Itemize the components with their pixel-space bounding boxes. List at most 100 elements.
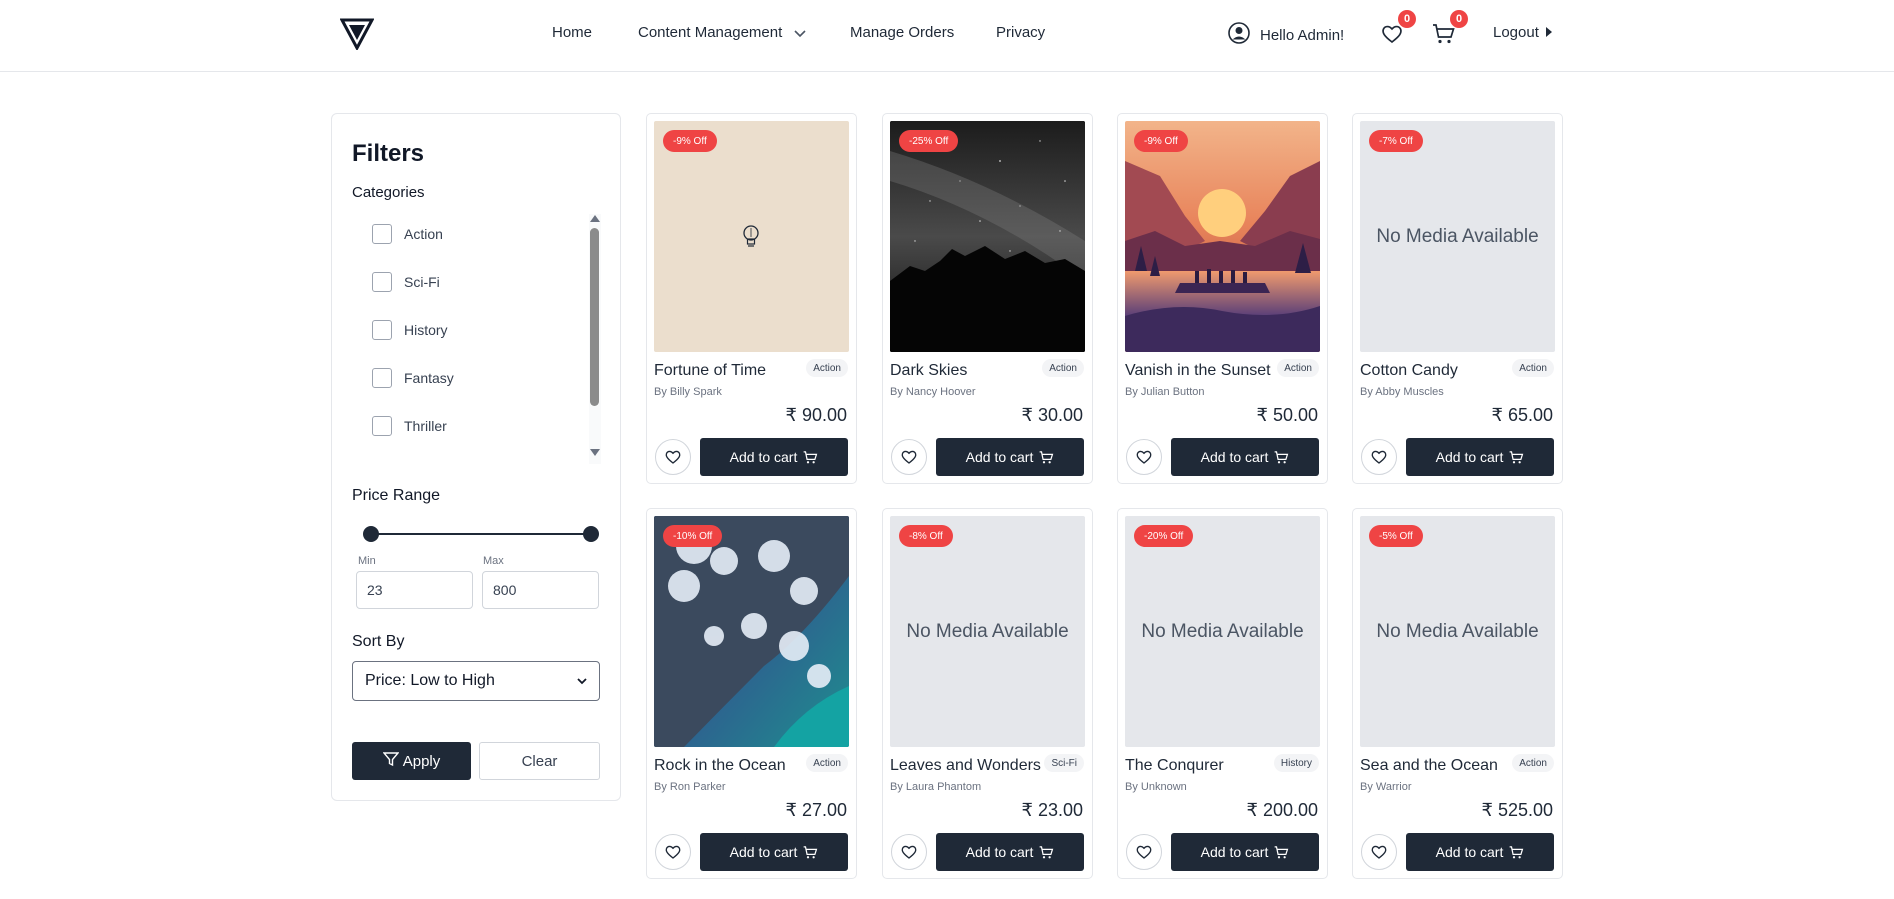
- add-to-cart-button[interactable]: Add to cart: [700, 833, 848, 871]
- apply-label: Apply: [402, 752, 441, 770]
- product-title[interactable]: The Conqurer: [1125, 757, 1224, 775]
- product-image-placeholder[interactable]: No Media Available: [1125, 516, 1320, 747]
- add-to-cart-label: Add to cart: [729, 449, 798, 465]
- sort-by-label: Sort By: [352, 633, 405, 650]
- product-title[interactable]: Cotton Candy: [1360, 362, 1458, 380]
- product-card[interactable]: -25% Off Dark Skies Action By Nancy Hoov…: [882, 113, 1093, 484]
- add-to-cart-button[interactable]: Add to cart: [1406, 833, 1554, 871]
- user-avatar-icon: [1228, 22, 1250, 48]
- category-checkbox[interactable]: [372, 272, 392, 292]
- product-card[interactable]: -10% Off Rock in the Ocean Action By Ron…: [646, 508, 857, 879]
- category-checkbox[interactable]: [372, 416, 392, 436]
- price-range-min-handle[interactable]: [363, 526, 379, 542]
- product-price: ₹ 65.00: [1491, 405, 1554, 425]
- add-to-cart-button[interactable]: Add to cart: [1406, 438, 1554, 476]
- product-price: ₹ 27.00: [785, 800, 848, 820]
- product-image[interactable]: [890, 121, 1085, 352]
- heart-icon: [665, 845, 681, 859]
- category-option-fantasy[interactable]: Fantasy: [372, 368, 454, 388]
- product-title[interactable]: Sea and the Ocean: [1360, 757, 1498, 775]
- user-menu[interactable]: Hello Admin!: [1228, 22, 1344, 48]
- wishlist-button[interactable]: 0: [1380, 10, 1416, 46]
- category-label: History: [404, 322, 448, 338]
- add-to-wishlist-button[interactable]: [655, 439, 691, 475]
- max-price-input[interactable]: [482, 571, 599, 609]
- heart-icon: [901, 845, 917, 859]
- add-to-cart-label: Add to cart: [1435, 844, 1504, 860]
- category-label: Action: [404, 226, 443, 242]
- category-checkbox[interactable]: [372, 320, 392, 340]
- cart-button[interactable]: 0: [1432, 10, 1468, 46]
- product-card[interactable]: No Media Available -20% Off The Conqurer…: [1117, 508, 1328, 879]
- category-checkbox[interactable]: [372, 224, 392, 244]
- add-to-wishlist-button[interactable]: [891, 834, 927, 870]
- product-title[interactable]: Fortune of Time: [654, 362, 766, 380]
- scroll-down-arrow-icon[interactable]: [590, 449, 600, 456]
- nav-manage-orders[interactable]: Manage Orders: [850, 24, 954, 41]
- product-image-placeholder[interactable]: No Media Available: [1360, 516, 1555, 747]
- product-card[interactable]: No Media Available -8% Off Leaves and Wo…: [882, 508, 1093, 879]
- category-option-history[interactable]: History: [372, 320, 448, 340]
- scroll-up-arrow-icon[interactable]: [590, 215, 600, 222]
- category-option-action[interactable]: Action: [372, 224, 443, 244]
- add-to-cart-button[interactable]: Add to cart: [700, 438, 848, 476]
- product-image-placeholder[interactable]: No Media Available: [890, 516, 1085, 747]
- add-to-cart-button[interactable]: Add to cart: [936, 438, 1084, 476]
- discount-badge: -25% Off: [899, 130, 959, 152]
- product-title[interactable]: Dark Skies: [890, 362, 967, 380]
- add-to-cart-button[interactable]: Add to cart: [1171, 438, 1319, 476]
- min-price-label: Min: [358, 555, 376, 567]
- price-range-max-handle[interactable]: [583, 526, 599, 542]
- logout-link[interactable]: Logout: [1493, 24, 1553, 41]
- product-title[interactable]: Leaves and Wonders: [890, 757, 1041, 775]
- product-card[interactable]: No Media Available -5% Off Sea and the O…: [1352, 508, 1563, 879]
- category-badge: Action: [806, 754, 848, 772]
- heart-icon: [1136, 845, 1152, 859]
- add-to-wishlist-button[interactable]: [1361, 439, 1397, 475]
- discount-badge: -9% Off: [1134, 130, 1188, 152]
- price-range-track[interactable]: [371, 533, 593, 535]
- nav-home[interactable]: Home: [552, 24, 592, 41]
- add-to-wishlist-button[interactable]: [1126, 439, 1162, 475]
- product-price: ₹ 50.00: [1256, 405, 1319, 425]
- product-image[interactable]: [654, 516, 849, 747]
- product-title[interactable]: Rock in the Ocean: [654, 757, 786, 775]
- add-to-wishlist-button[interactable]: [1361, 834, 1397, 870]
- product-card[interactable]: -9% Off Vanish in the Sunset Action By J…: [1117, 113, 1328, 484]
- add-to-cart-button[interactable]: Add to cart: [1171, 833, 1319, 871]
- brand-logo-icon[interactable]: [339, 18, 375, 52]
- product-card[interactable]: No Media Available -7% Off Cotton Candy …: [1352, 113, 1563, 484]
- nav-privacy[interactable]: Privacy: [996, 24, 1045, 41]
- product-price: ₹ 200.00: [1246, 800, 1318, 820]
- category-checkbox[interactable]: [372, 368, 392, 388]
- product-author: By Unknown: [1125, 781, 1187, 793]
- discount-badge: -9% Off: [663, 130, 717, 152]
- product-image[interactable]: [654, 121, 849, 352]
- min-price-input[interactable]: [356, 571, 473, 609]
- category-badge: Action: [1512, 754, 1554, 772]
- add-to-wishlist-button[interactable]: [655, 834, 691, 870]
- max-price-label: Max: [483, 555, 504, 567]
- chevron-down-icon: [794, 25, 807, 42]
- sort-select[interactable]: Price: Low to High: [352, 661, 600, 701]
- add-to-cart-button[interactable]: Add to cart: [936, 833, 1084, 871]
- apply-filters-button[interactable]: Apply: [352, 742, 471, 780]
- filter-funnel-icon: [382, 751, 400, 771]
- nav-content-management[interactable]: Content Management: [638, 24, 807, 42]
- logout-label: Logout: [1493, 24, 1539, 41]
- category-option-thriller[interactable]: Thriller: [372, 416, 447, 436]
- product-image[interactable]: [1125, 121, 1320, 352]
- category-option-sci-fi[interactable]: Sci-Fi: [372, 272, 440, 292]
- product-image-placeholder[interactable]: No Media Available: [1360, 121, 1555, 352]
- filters-title: Filters: [352, 140, 425, 167]
- category-scrollbar-thumb[interactable]: [590, 228, 599, 406]
- product-card[interactable]: -9% Off Fortune of Time Action By Billy …: [646, 113, 857, 484]
- product-title[interactable]: Vanish in the Sunset: [1125, 362, 1271, 380]
- clear-filters-button[interactable]: Clear: [479, 742, 600, 780]
- filters-panel: Filters Categories Action Sci-Fi History…: [331, 113, 621, 801]
- add-to-wishlist-button[interactable]: [891, 439, 927, 475]
- add-to-cart-label: Add to cart: [729, 844, 798, 860]
- cart-icon: [1509, 845, 1524, 858]
- wishlist-count-badge: 0: [1398, 10, 1416, 28]
- add-to-wishlist-button[interactable]: [1126, 834, 1162, 870]
